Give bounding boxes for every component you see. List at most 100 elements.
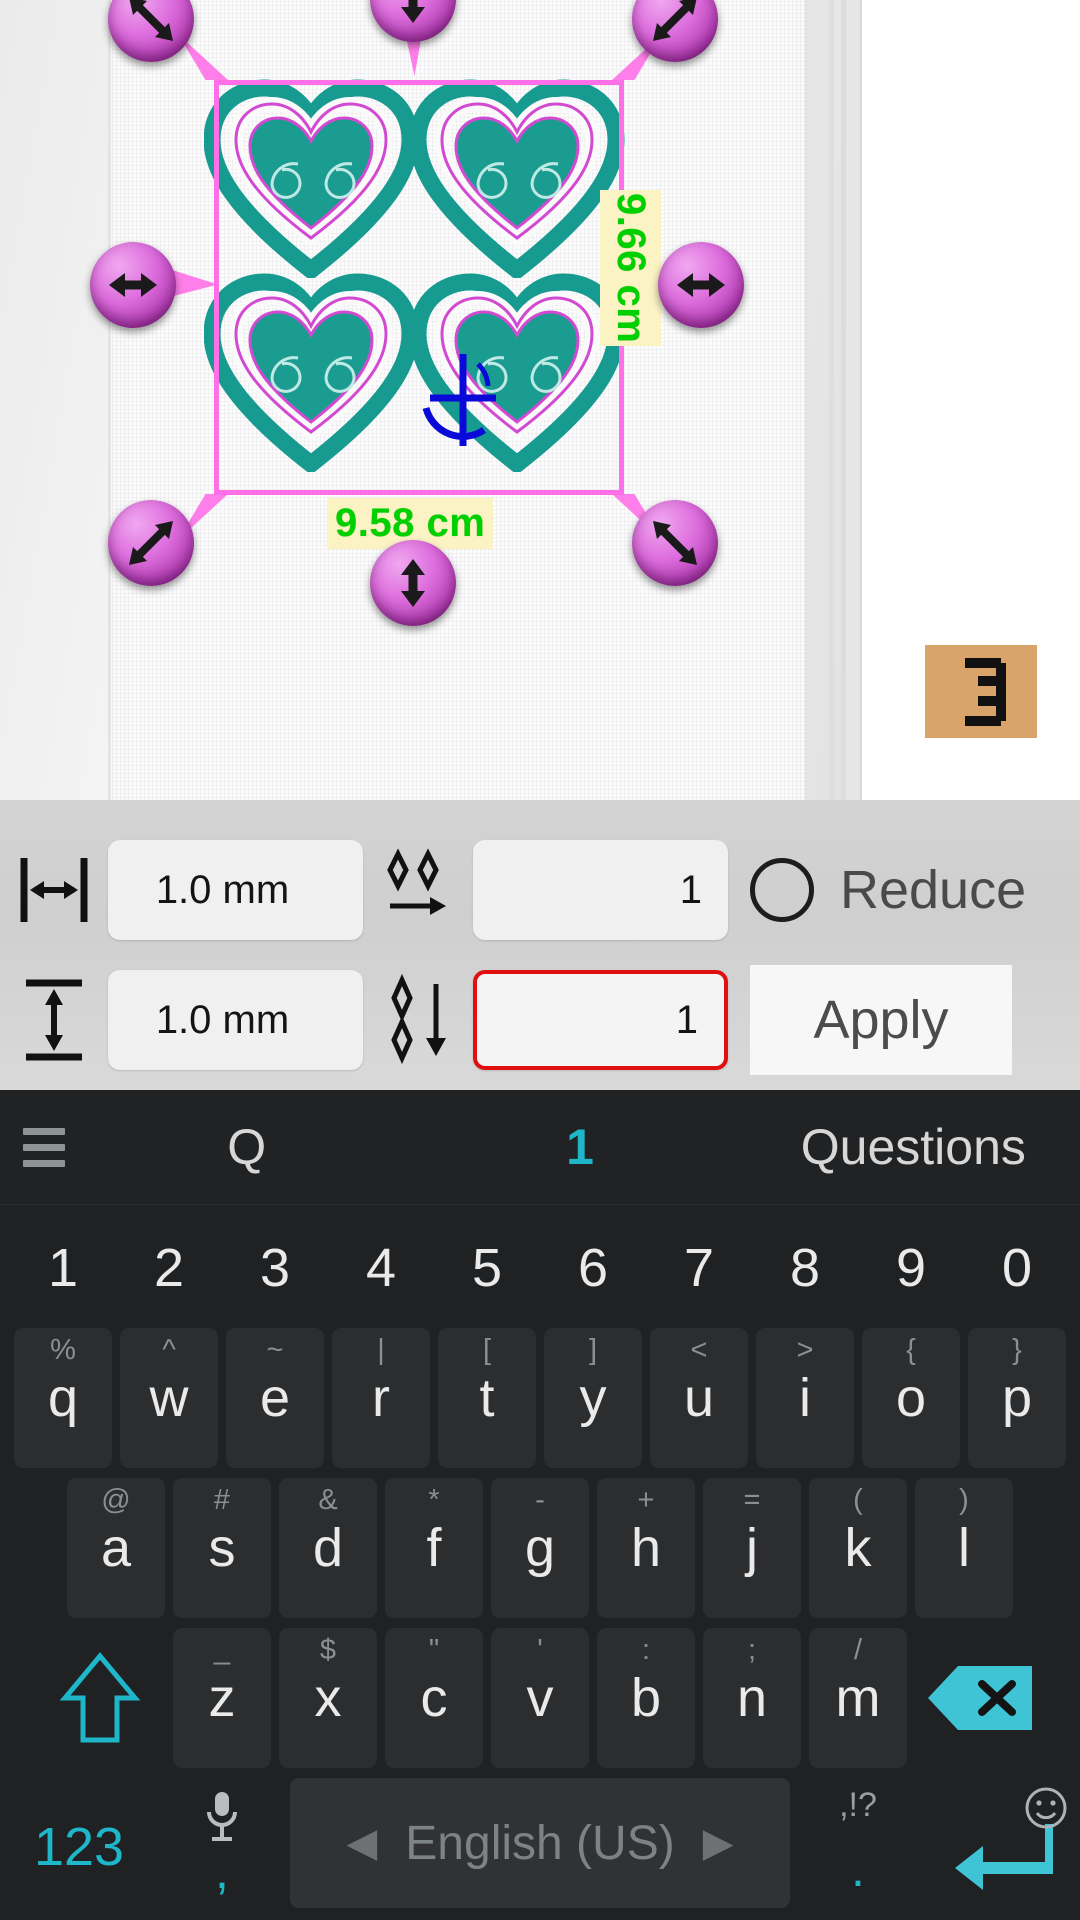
key-p-label: p: [1001, 1368, 1033, 1428]
key-m-symbol: /: [853, 1634, 863, 1666]
key-x[interactable]: $ x: [279, 1628, 377, 1768]
key-j[interactable]: = j: [703, 1478, 801, 1618]
key-w[interactable]: ^ w: [120, 1328, 218, 1468]
shift-key[interactable]: [35, 1628, 165, 1768]
spacebar-language-label: English (US): [405, 1816, 675, 1870]
keyboard-number-row: 1 2 3 4 5 6 7 8 9 0: [0, 1205, 1080, 1323]
reduce-label: Reduce: [840, 860, 1027, 920]
key-b-label: b: [630, 1668, 662, 1728]
suggestion-item-1[interactable]: 1: [413, 1118, 746, 1176]
comma-key[interactable]: ,: [162, 1778, 282, 1916]
key-2[interactable]: 2: [120, 1218, 218, 1318]
key-i[interactable]: > i: [756, 1328, 854, 1468]
design-height-label: 9.66 cm: [600, 190, 661, 347]
key-f[interactable]: * f: [385, 1478, 483, 1618]
key-y[interactable]: ] y: [544, 1328, 642, 1468]
key-7[interactable]: 7: [650, 1218, 748, 1318]
resize-handle-bottom-center[interactable]: [370, 540, 456, 626]
key-c-label: c: [420, 1668, 448, 1728]
key-8[interactable]: 8: [756, 1218, 854, 1318]
resize-handle-middle-right[interactable]: [658, 242, 744, 328]
key-b[interactable]: : b: [597, 1628, 695, 1768]
key-v-label: v: [526, 1668, 554, 1728]
key-e[interactable]: ~ e: [226, 1328, 324, 1468]
punctuation-symbols: ,!?: [839, 1786, 877, 1824]
enter-key[interactable]: [926, 1778, 1076, 1916]
key-4[interactable]: 4: [332, 1218, 430, 1318]
keyboard-bottom-row: 123 , ◀ English (US) ▶ ,!? .: [0, 1773, 1080, 1920]
key-z-symbol: _: [213, 1634, 231, 1666]
key-1[interactable]: 1: [14, 1218, 112, 1318]
language-next-icon[interactable]: ▶: [703, 1820, 734, 1866]
origin-crosshair-icon: [422, 354, 496, 446]
vertical-repeat-count-input[interactable]: 1: [473, 970, 728, 1070]
key-s[interactable]: # s: [173, 1478, 271, 1618]
key-z[interactable]: _ z: [173, 1628, 271, 1768]
horizontal-spacing-row: 1.0 mm 1 Reduce: [0, 838, 1080, 942]
key-t-label: t: [479, 1368, 495, 1428]
key-d-symbol: &: [318, 1484, 338, 1516]
horizontal-spacing-input[interactable]: 1.0 mm: [108, 840, 363, 940]
arrow-vertical-icon: [401, 559, 425, 607]
emoji-smiley-icon[interactable]: [1022, 1784, 1070, 1832]
key-r[interactable]: | r: [332, 1328, 430, 1468]
key-n-symbol: ;: [747, 1634, 757, 1666]
resize-handle-bottom-left[interactable]: [108, 500, 194, 586]
key-c[interactable]: " c: [385, 1628, 483, 1768]
vertical-spacing-icon: [0, 975, 108, 1065]
key-u[interactable]: < u: [650, 1328, 748, 1468]
key-k[interactable]: ( k: [809, 1478, 907, 1618]
keyboard-letter-row-2: @ a # s & d * f - g + h = j ( k) l: [0, 1473, 1080, 1623]
key-9[interactable]: 9: [862, 1218, 960, 1318]
key-t[interactable]: [ t: [438, 1328, 536, 1468]
key-o[interactable]: { o: [862, 1328, 960, 1468]
key-t-symbol: [: [482, 1334, 492, 1366]
language-prev-icon[interactable]: ◀: [347, 1820, 378, 1866]
key-q[interactable]: % q: [14, 1328, 112, 1468]
backspace-key[interactable]: [915, 1628, 1045, 1768]
suggestion-item-2[interactable]: Questions: [747, 1118, 1080, 1176]
key-d-label: d: [312, 1518, 344, 1578]
period-key[interactable]: ,!? .: [798, 1778, 918, 1916]
key-v[interactable]: ' v: [491, 1628, 589, 1768]
reduce-radio-button[interactable]: [750, 858, 814, 922]
spacebar-key[interactable]: ◀ English (US) ▶: [290, 1778, 790, 1908]
key-g[interactable]: - g: [491, 1478, 589, 1618]
key-d[interactable]: & d: [279, 1478, 377, 1618]
key-a[interactable]: @ a: [67, 1478, 165, 1618]
key-e-label: e: [259, 1368, 291, 1428]
key-m[interactable]: / m: [809, 1628, 907, 1768]
key-0[interactable]: 0: [968, 1218, 1066, 1318]
vertical-spacing-row: 1.0 mm 1 Apply: [0, 965, 1080, 1075]
suggestion-item-0[interactable]: Q: [80, 1118, 413, 1176]
key-p[interactable]: } p: [968, 1328, 1066, 1468]
key-g-label: g: [524, 1518, 556, 1578]
design-canvas[interactable]: 9.58 cm 9.66 cm: [0, 0, 1080, 800]
numeric-mode-key[interactable]: 123: [4, 1778, 154, 1916]
horizontal-repeat-count-input[interactable]: 1: [473, 840, 728, 940]
hamburger-menu-icon[interactable]: [8, 1127, 80, 1167]
key-k-symbol: (: [853, 1484, 863, 1516]
key-5[interactable]: 5: [438, 1218, 536, 1318]
key-q-symbol: %: [50, 1334, 76, 1366]
key-e-symbol: ~: [266, 1334, 284, 1366]
key-m-label: m: [835, 1668, 881, 1728]
key-n[interactable]: ; n: [703, 1628, 801, 1768]
key-c-symbol: ": [428, 1634, 440, 1666]
key-n-label: n: [736, 1668, 768, 1728]
resize-handle-bottom-right[interactable]: [632, 500, 718, 586]
apply-button[interactable]: Apply: [750, 965, 1012, 1075]
comma-label: ,: [215, 1843, 229, 1899]
key-l[interactable]: ) l: [915, 1478, 1013, 1618]
keyboard-letter-row-3: _ z $ x " c ' v : b ; n / m: [0, 1623, 1080, 1773]
key-s-label: s: [208, 1518, 236, 1578]
key-3[interactable]: 3: [226, 1218, 324, 1318]
key-h[interactable]: + h: [597, 1478, 695, 1618]
ruler-tool-button[interactable]: [925, 645, 1037, 738]
key-f-symbol: *: [428, 1484, 440, 1516]
key-y-label: y: [579, 1368, 607, 1428]
resize-handle-middle-left[interactable]: [90, 242, 176, 328]
key-6[interactable]: 6: [544, 1218, 642, 1318]
reduce-option[interactable]: Reduce: [750, 858, 1026, 922]
vertical-spacing-input[interactable]: 1.0 mm: [108, 970, 363, 1070]
